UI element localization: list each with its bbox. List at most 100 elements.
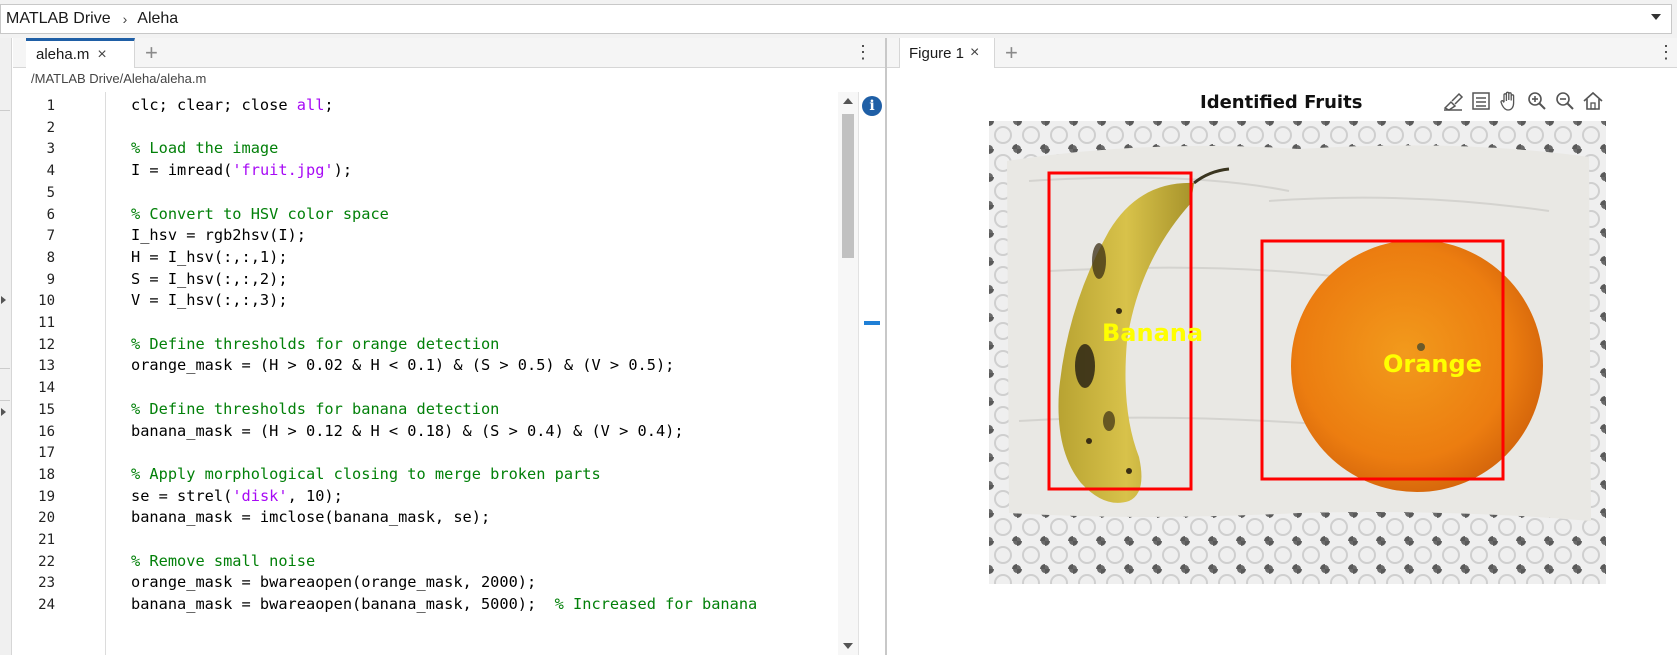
code-line[interactable]: % Define thresholds for orange detection [131, 335, 499, 353]
close-icon[interactable]: × [970, 44, 979, 62]
orange-label: Orange [1383, 350, 1482, 378]
code-token: ; [324, 96, 334, 114]
figure-image: Banana Orange [989, 121, 1606, 584]
line-number: 14 [38, 380, 55, 397]
code-line[interactable]: % Convert to HSV color space [131, 205, 389, 223]
figure-panel: Figure 1 × + ⋮ Identified Fruits Banana … [887, 38, 1677, 655]
banana-label: Banana [1102, 319, 1204, 347]
code-token: I_hsv = rgb2hsv(I); [131, 226, 306, 245]
breadcrumb-matlab-drive[interactable]: MATLAB Drive [6, 10, 111, 28]
more-options-icon[interactable]: ⋮ [1657, 42, 1675, 62]
scroll-up-icon[interactable] [843, 98, 853, 104]
line-number: 6 [46, 206, 55, 223]
code-line[interactable]: banana_mask = (H > 0.12 & H < 0.18) & (S… [131, 422, 684, 440]
address-bar: MATLAB Drive › Aleha [0, 0, 1677, 38]
strip-divider [0, 400, 10, 401]
info-icon[interactable]: i [862, 96, 882, 116]
scrollbar-thumb[interactable] [842, 114, 854, 258]
line-number: 8 [46, 249, 55, 266]
line-number: 11 [38, 315, 55, 331]
tab-figure-1[interactable]: Figure 1 × [899, 38, 995, 68]
code-token: , 10); [287, 486, 343, 505]
code-line[interactable]: % Define thresholds for banana detection [131, 400, 499, 418]
code-line[interactable]: banana_mask = bwareaopen(banana_mask, 50… [131, 595, 757, 613]
vertical-scrollbar[interactable] [838, 92, 858, 655]
add-tab-icon[interactable]: + [145, 40, 158, 66]
line-number: 15 [38, 401, 55, 418]
add-tab-icon[interactable]: + [1005, 40, 1018, 66]
code-token: ); [333, 161, 353, 180]
line-number: 1 [46, 98, 55, 114]
analyzer-marker[interactable] [864, 321, 880, 325]
file-path: /MATLAB Drive/Aleha/aleha.m [31, 71, 207, 86]
line-number: 22 [38, 553, 55, 570]
code-line[interactable]: I_hsv = rgb2hsv(I); [131, 226, 306, 244]
zoom-out-icon[interactable] [1552, 88, 1578, 114]
code-token: clc; clear; close [131, 96, 297, 114]
code-line[interactable]: I = imread('fruit.jpg'); [131, 161, 352, 179]
code-comment: % Convert to HSV color space [131, 204, 389, 223]
line-number: 2 [46, 119, 55, 136]
line-number: 3 [46, 141, 55, 158]
code-line[interactable]: banana_mask = imclose(banana_mask, se); [131, 508, 490, 526]
line-number: 12 [38, 336, 55, 353]
figure-tab-bar: Figure 1 × + ⋮ [887, 38, 1677, 68]
tab-label: Figure 1 [909, 44, 965, 62]
line-number: 5 [46, 184, 55, 201]
line-number: 7 [46, 228, 55, 245]
code-line[interactable]: V = I_hsv(:,:,3); [131, 291, 288, 309]
code-line[interactable]: % Remove small noise [131, 552, 315, 570]
code-token: banana_mask = (H > 0.12 & H < 0.18) & (S… [131, 421, 684, 440]
editor-tab-bar: aleha.m × + ⋮ [13, 38, 885, 68]
legend-icon[interactable] [1468, 88, 1494, 114]
code-comment: % Remove small noise [131, 551, 316, 570]
code-comment: % Define thresholds for orange detection [131, 334, 500, 353]
brush-icon[interactable] [1440, 88, 1466, 114]
code-line[interactable]: H = I_hsv(:,:,1); [131, 248, 288, 266]
line-number: 23 [38, 575, 55, 592]
code-comment: % Increased for banana [554, 595, 758, 614]
breadcrumb-aleha[interactable]: Aleha [137, 10, 178, 28]
line-number: 13 [38, 358, 55, 375]
code-line[interactable]: se = strel('disk', 10); [131, 487, 343, 505]
strip-divider [0, 368, 10, 369]
code-token: orange_mask = (H > 0.02 & H < 0.1) & (S … [131, 356, 675, 375]
collapse-arrow-icon[interactable] [1, 296, 6, 304]
more-options-icon[interactable]: ⋮ [854, 42, 872, 62]
line-number: 20 [38, 510, 55, 527]
fruit-photo [989, 121, 1606, 584]
close-icon[interactable]: × [97, 46, 106, 64]
code-token: S = I_hsv(:,:,2); [131, 269, 288, 288]
code-line[interactable]: % Apply morphological closing to merge b… [131, 465, 601, 483]
home-icon[interactable] [1580, 88, 1606, 114]
code-token: I = imread( [131, 161, 233, 180]
code-line[interactable]: orange_mask = (H > 0.02 & H < 0.1) & (S … [131, 356, 674, 374]
code-token: banana_mask = imclose(banana_mask, se); [131, 508, 491, 527]
line-number: 21 [38, 532, 55, 548]
zoom-in-icon[interactable] [1524, 88, 1550, 114]
code-literal: 'disk' [232, 486, 288, 505]
scroll-down-icon[interactable] [843, 643, 853, 649]
code-area[interactable]: 1 2 3 4 5 6 7 8 9 10 11 12 13 14 15 16 17 18 19 20 21 22 23 24 … [13, 92, 885, 655]
code-token: V = I_hsv(:,:,3); [131, 291, 288, 310]
code-token: banana_mask = bwareaopen(banana_mask, 50… [131, 595, 555, 614]
code-line[interactable]: orange_mask = bwareaopen(orange_mask, 20… [131, 573, 536, 591]
code-comment: % Apply morphological closing to merge b… [131, 464, 601, 483]
pan-hand-icon[interactable] [1496, 88, 1522, 114]
address-dropdown-icon[interactable] [1651, 14, 1661, 20]
axes-toolbar [1440, 88, 1606, 114]
code-token: se = strel( [131, 486, 233, 505]
figure-title: Identified Fruits [1200, 92, 1363, 113]
breadcrumb[interactable]: MATLAB Drive › Aleha [0, 4, 1672, 34]
code-line[interactable]: % Load the image [131, 139, 278, 157]
collapse-arrow-icon[interactable] [1, 408, 6, 416]
tab-label: aleha.m [36, 46, 90, 63]
line-number: 9 [46, 271, 55, 288]
line-number: 17 [38, 445, 55, 462]
code-line[interactable]: S = I_hsv(:,:,2); [131, 270, 288, 288]
line-number: 16 [38, 423, 55, 440]
line-number: 10 [38, 293, 55, 310]
line-number: 18 [38, 466, 55, 483]
code-line[interactable]: clc; clear; close all; [131, 96, 334, 114]
tab-aleha-m[interactable]: aleha.m × [26, 38, 135, 68]
